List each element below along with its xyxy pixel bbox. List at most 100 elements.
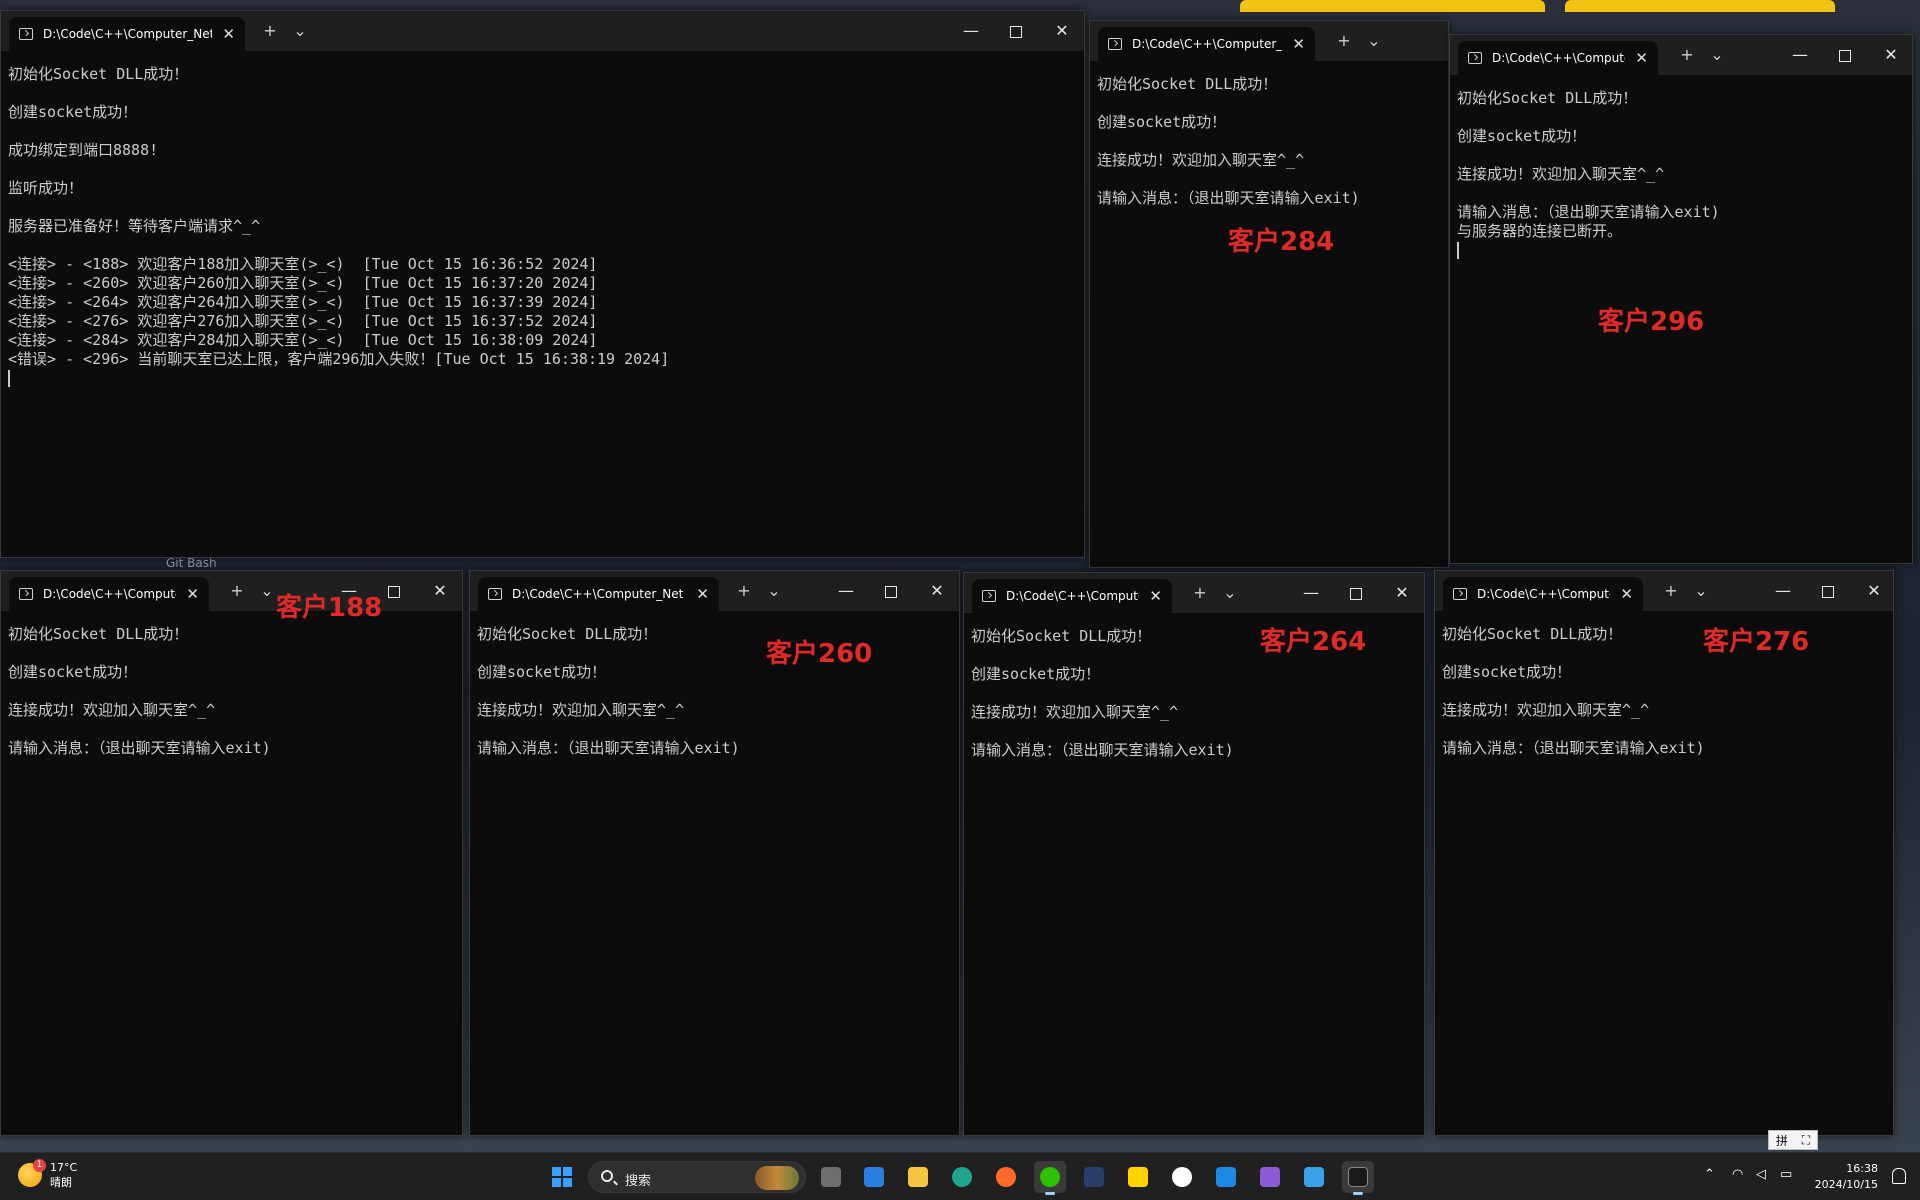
new-tab-icon[interactable]: + [1190, 583, 1210, 603]
new-tab-icon[interactable]: + [1677, 45, 1697, 65]
qq-icon[interactable] [1166, 1161, 1198, 1193]
close-button[interactable]: ✕ [1862, 581, 1886, 601]
wechat-icon[interactable] [1034, 1161, 1066, 1195]
console-output[interactable]: 初始化Socket DLL成功！ 创建socket成功！ 连接成功！欢迎加入聊天室^… [1, 611, 462, 1135]
title-bar[interactable]: D:\Code\C++\Compute ✕ + ⌄ — ✕ [964, 573, 1424, 613]
new-tab-icon[interactable]: + [260, 21, 280, 41]
chevron-down-icon[interactable]: ⌄ [1691, 581, 1711, 601]
minimize-button[interactable]: — [959, 21, 983, 41]
console-output[interactable]: 初始化Socket DLL成功！ 创建socket成功！ 连接成功！欢迎加入聊天室^… [964, 613, 1424, 1135]
close-button[interactable]: ✕ [428, 581, 452, 601]
chevron-down-icon[interactable]: ⌄ [1707, 45, 1727, 65]
system-clock[interactable]: 16:38 2024/10/15 [1815, 1161, 1878, 1193]
file-explorer-icon[interactable] [902, 1161, 934, 1193]
close-tab-icon[interactable]: ✕ [222, 25, 235, 43]
chevron-down-icon[interactable]: ⌄ [290, 21, 310, 41]
console-line: 请输入消息：（退出聊天室请输入exit) [1457, 203, 1720, 221]
close-button[interactable]: ✕ [1390, 583, 1414, 603]
terminal-tab[interactable]: D:\Code\C++\Computer_Netw ✕ [9, 17, 245, 51]
terminal-tab[interactable]: D:\Code\C++\Compute ✕ [1458, 41, 1658, 75]
title-bar[interactable]: D:\Code\C++\Computer_Netw ✕ + ⌄ — ✕ [1, 11, 1084, 51]
client-260-terminal-window[interactable]: D:\Code\C++\Computer_Net ✕ + ⌄ — ✕ 初始化So… [469, 570, 960, 1136]
chevron-down-icon[interactable]: ⌄ [1220, 583, 1240, 603]
close-tab-icon[interactable]: ✕ [186, 585, 199, 603]
close-tab-icon[interactable]: ✕ [1149, 587, 1162, 605]
minimize-button[interactable]: — [1771, 581, 1795, 601]
close-button[interactable]: ✕ [1050, 21, 1074, 41]
title-bar[interactable]: D:\Code\C++\Compute ✕ + ⌄ — ✕ [1435, 571, 1893, 611]
task-view-icon[interactable] [815, 1161, 847, 1193]
notification-bell-icon[interactable] [1892, 1168, 1906, 1184]
new-tab-icon[interactable]: + [1334, 31, 1354, 51]
terminal-tab[interactable]: D:\Code\C++\Computer_Net ✕ [478, 577, 719, 611]
edge-browser-icon[interactable] [946, 1161, 978, 1193]
windows-start-icon[interactable] [552, 1167, 572, 1187]
title-bar[interactable]: D:\Code\C++\Computer_N ✕ + ⌄ [1090, 21, 1448, 61]
terminal-tab[interactable]: D:\Code\C++\Compute ✕ [9, 577, 209, 611]
client-284-terminal-window[interactable]: D:\Code\C++\Computer_N ✕ + ⌄ 初始化Socket D… [1089, 20, 1449, 568]
terminal-icon [19, 588, 33, 600]
maximize-button[interactable] [879, 581, 903, 601]
console-output[interactable]: 初始化Socket DLL成功！ 创建socket成功！ 连接成功！欢迎加入聊天室^… [1435, 611, 1893, 1135]
client-296-terminal-window[interactable]: D:\Code\C++\Compute ✕ + ⌄ — ✕ 初始化Socket … [1449, 34, 1913, 564]
chevron-down-icon[interactable]: ⌄ [1364, 31, 1384, 51]
firefox-icon[interactable] [990, 1161, 1022, 1193]
console-line: 服务器已准备好！等待客户端请求^_^ [8, 217, 261, 235]
maximize-button[interactable] [1004, 21, 1028, 41]
close-button[interactable]: ✕ [925, 581, 949, 601]
microsoft-store-icon[interactable] [858, 1161, 890, 1193]
title-bar[interactable]: D:\Code\C++\Computer_Net ✕ + ⌄ — ✕ [470, 571, 959, 611]
close-button[interactable]: ✕ [1879, 45, 1903, 65]
maximize-button[interactable] [382, 581, 406, 601]
chevron-up-icon[interactable]: ⌃ [1704, 1167, 1715, 1182]
client-264-terminal-window[interactable]: D:\Code\C++\Compute ✕ + ⌄ — ✕ 初始化Socket … [963, 572, 1425, 1136]
new-tab-icon[interactable]: + [734, 581, 754, 601]
client-276-terminal-window[interactable]: D:\Code\C++\Compute ✕ + ⌄ — ✕ 初始化Socket … [1434, 570, 1894, 1136]
title-bar[interactable]: D:\Code\C++\Compute ✕ + ⌄ — ✕ [1, 571, 462, 611]
taskbar-search-box[interactable]: 搜索 [588, 1161, 806, 1193]
client-188-terminal-window[interactable]: D:\Code\C++\Compute ✕ + ⌄ — ✕ 初始化Socket … [0, 570, 463, 1136]
sticky-notes-icon[interactable] [1122, 1161, 1154, 1193]
console-line: 创建socket成功！ [8, 663, 138, 681]
console-output[interactable]: 初始化Socket DLL成功！ 创建socket成功！ 成功绑定到端口8888! 监… [1, 51, 1084, 557]
ime-indicator[interactable]: 拼 ⛶ [1768, 1130, 1818, 1150]
app-icon[interactable] [1078, 1161, 1110, 1193]
minimize-button[interactable]: — [1299, 583, 1323, 603]
server-terminal-window[interactable]: D:\Code\C++\Computer_Netw ✕ + ⌄ — ✕ 初始化S… [0, 10, 1085, 558]
battery-icon[interactable]: ▭ [1780, 1167, 1792, 1182]
title-bar[interactable]: D:\Code\C++\Compute ✕ + ⌄ — ✕ [1450, 35, 1912, 75]
close-tab-icon[interactable]: ✕ [1620, 585, 1633, 603]
weather-widget[interactable]: 1 17°C 晴朗 [18, 1159, 77, 1190]
windows-terminal-icon[interactable] [1342, 1161, 1374, 1195]
visual-studio-icon[interactable] [1254, 1161, 1286, 1193]
terminal-tab[interactable]: D:\Code\C++\Compute ✕ [972, 579, 1172, 613]
new-tab-icon[interactable]: + [227, 581, 247, 601]
chevron-down-icon[interactable]: ⌄ [257, 581, 277, 601]
close-tab-icon[interactable]: ✕ [1635, 49, 1648, 67]
app-icon[interactable] [1210, 1161, 1242, 1193]
console-output[interactable]: 初始化Socket DLL成功！ 创建socket成功！ 连接成功！欢迎加入聊天室^… [1090, 61, 1448, 567]
volume-muted-icon[interactable]: ◁ [1756, 1167, 1766, 1182]
maximize-button[interactable] [1833, 45, 1857, 65]
new-tab-icon[interactable]: + [1661, 581, 1681, 601]
close-tab-icon[interactable]: ✕ [1292, 35, 1305, 53]
console-line: 请输入消息：（退出聊天室请输入exit) [1097, 189, 1360, 207]
minimize-button[interactable]: — [1788, 45, 1812, 65]
terminal-tab[interactable]: D:\Code\C++\Compute ✕ [1443, 577, 1643, 611]
maximize-button[interactable] [1816, 581, 1840, 601]
minimize-button[interactable]: — [834, 581, 858, 601]
console-output[interactable]: 初始化Socket DLL成功！ 创建socket成功！ 连接成功！欢迎加入聊天室^… [470, 611, 959, 1135]
text-cursor [1457, 242, 1459, 259]
desktop-icon-label[interactable]: Git Bash [166, 556, 217, 570]
chevron-down-icon[interactable]: ⌄ [764, 581, 784, 601]
ime-expand-icon[interactable]: ⛶ [1802, 1133, 1810, 1148]
app-icon[interactable] [1298, 1161, 1330, 1193]
terminal-tab[interactable]: D:\Code\C++\Computer_N ✕ [1098, 27, 1315, 61]
console-line: <连接> - <188> 欢迎客户188加入聊天室(>_<) [Tue Oct … [8, 255, 598, 273]
wifi-icon[interactable]: ◠ [1732, 1167, 1743, 1182]
maximize-button[interactable] [1344, 583, 1368, 603]
close-tab-icon[interactable]: ✕ [696, 585, 709, 603]
